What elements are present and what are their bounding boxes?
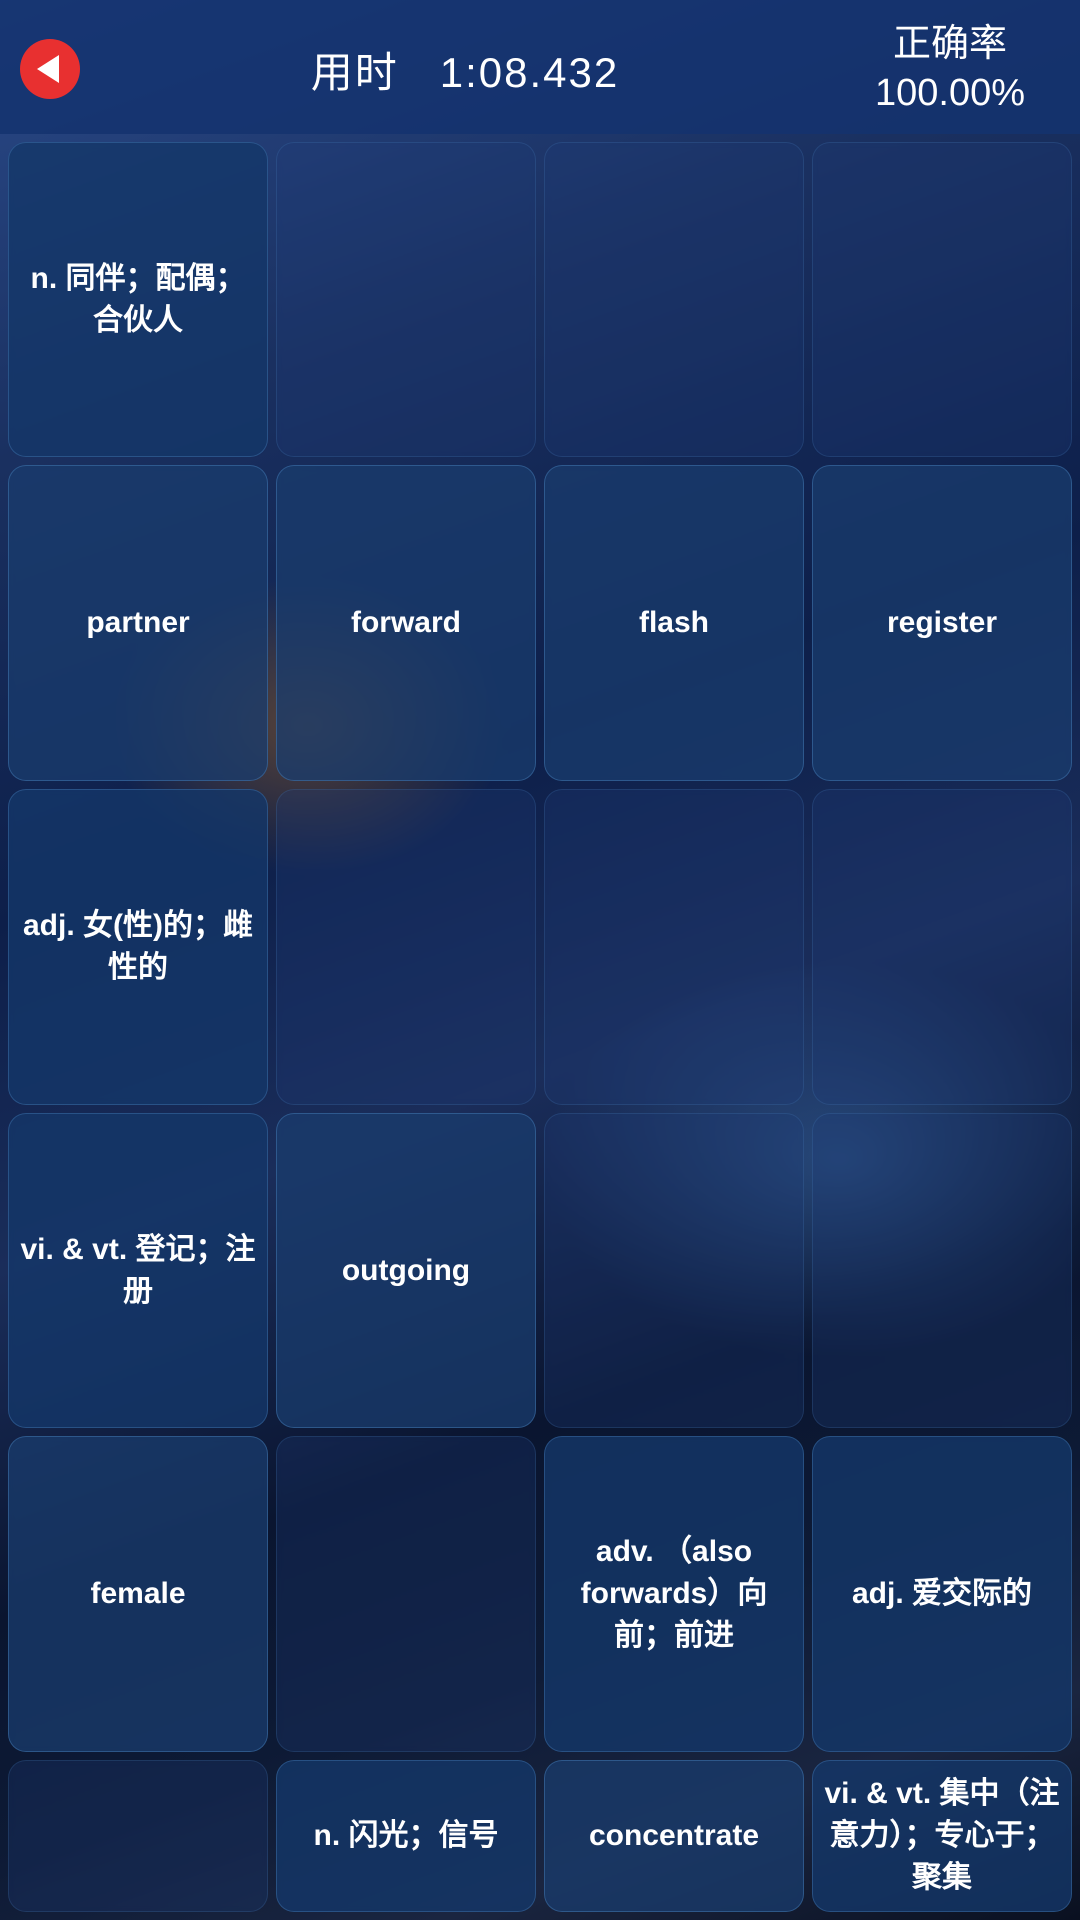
grid-cell-r1c0[interactable]: partner — [8, 465, 268, 781]
grid-cell-r3c3 — [812, 1113, 1072, 1429]
timer-value: 1:08.432 — [440, 49, 620, 96]
header: 用时 1:08.432 正确率 100.00% — [0, 0, 1080, 134]
back-arrow-icon — [37, 55, 59, 83]
app-container: 用时 1:08.432 正确率 100.00% n. 同伴；配偶；合伙人part… — [0, 0, 1080, 1920]
grid-cell-r2c1 — [276, 789, 536, 1105]
grid-cell-r1c2[interactable]: flash — [544, 465, 804, 781]
accuracy-label: 正确率 — [850, 20, 1050, 69]
grid-cell-r2c0[interactable]: adj. 女(性)的；雌性的 — [8, 789, 268, 1105]
grid-cell-r5c3[interactable]: vi. & vt. 集中（注意力）；专心于；聚集 — [812, 1760, 1072, 1912]
accuracy-value: 100.00% — [850, 69, 1050, 118]
grid-cell-r0c1 — [276, 142, 536, 458]
grid-cell-r0c3 — [812, 142, 1072, 458]
grid-cell-r3c1[interactable]: outgoing — [276, 1113, 536, 1429]
grid-cell-r2c2 — [544, 789, 804, 1105]
grid-cell-r4c0[interactable]: female — [8, 1436, 268, 1752]
grid-cell-r1c3[interactable]: register — [812, 465, 1072, 781]
grid-cell-r4c3[interactable]: adj. 爱交际的 — [812, 1436, 1072, 1752]
grid-cell-r5c1[interactable]: n. 闪光；信号 — [276, 1760, 536, 1912]
grid-cell-r1c1[interactable]: forward — [276, 465, 536, 781]
grid-cell-r4c1 — [276, 1436, 536, 1752]
grid-cell-r5c0 — [8, 1760, 268, 1912]
timer-display: 用时 1:08.432 — [311, 49, 620, 96]
accuracy-section: 正确率 100.00% — [850, 20, 1050, 119]
back-button[interactable] — [20, 39, 80, 99]
grid-cell-r0c0[interactable]: n. 同伴；配偶；合伙人 — [8, 142, 268, 458]
grid-cell-r3c0[interactable]: vi. & vt. 登记；注册 — [8, 1113, 268, 1429]
word-grid: n. 同伴；配偶；合伙人partnerforwardflashregister a… — [0, 134, 1080, 1920]
grid-cell-r2c3 — [812, 789, 1072, 1105]
grid-cell-r3c2 — [544, 1113, 804, 1429]
timer-section: 用时 1:08.432 — [80, 39, 850, 100]
grid-cell-r4c2[interactable]: adv. （also forwards）向前；前进 — [544, 1436, 804, 1752]
grid-cell-r5c2[interactable]: concentrate — [544, 1760, 804, 1912]
timer-prefix: 用时 — [311, 49, 399, 96]
grid-cell-r0c2 — [544, 142, 804, 458]
